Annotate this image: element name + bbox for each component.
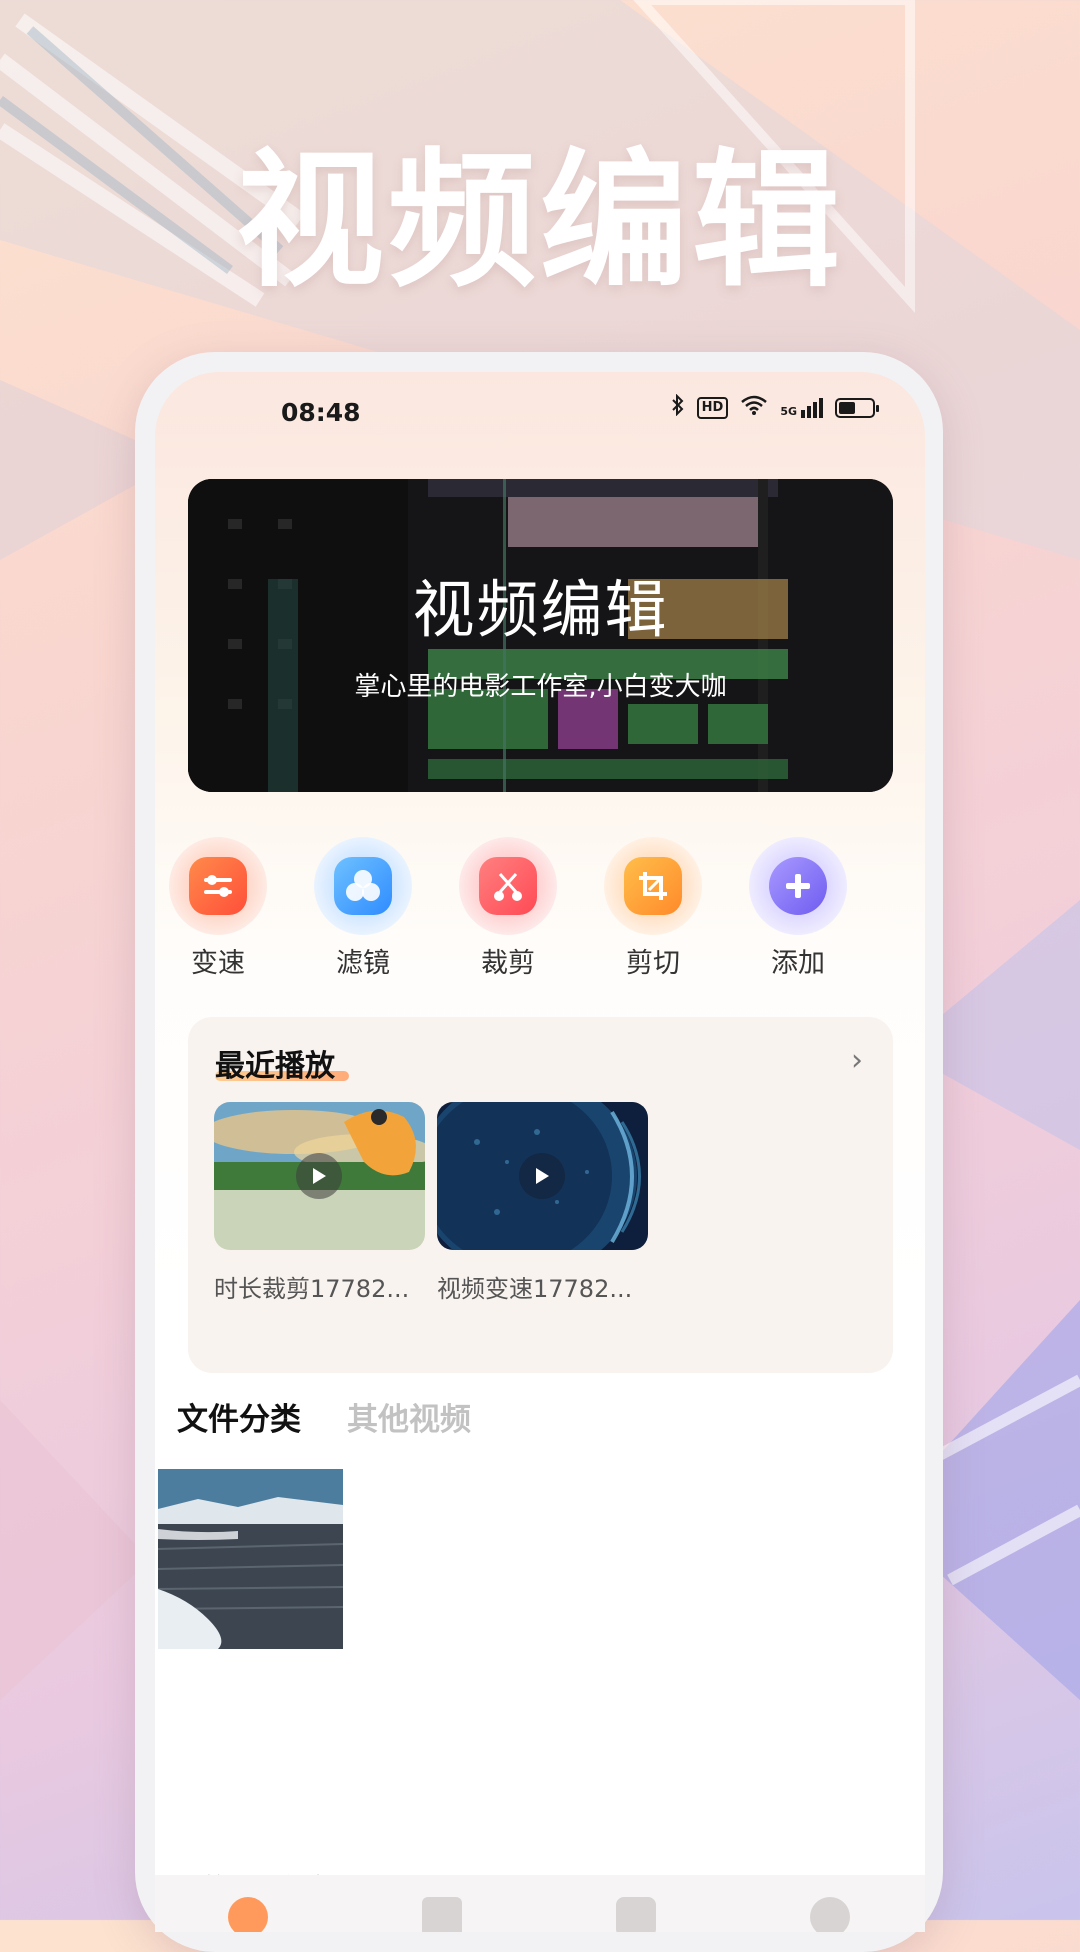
- play-icon: [519, 1153, 565, 1199]
- plus-icon: [769, 857, 827, 915]
- gallery-icon[interactable]: [616, 1897, 656, 1932]
- tool-cut[interactable]: 剪切: [593, 837, 713, 980]
- tab-other-videos[interactable]: 其他视频: [347, 1394, 471, 1439]
- tool-label: 裁剪: [481, 948, 535, 979]
- tool-trim[interactable]: 裁剪: [448, 837, 568, 980]
- video-thumbnail-coast: [158, 1469, 343, 1649]
- category-tabs: 文件分类 其他视频: [177, 1394, 471, 1439]
- banner-title: 视频编辑: [412, 573, 669, 646]
- wifi-icon: [740, 394, 768, 421]
- crop-icon: [624, 857, 682, 915]
- bottom-nav: [155, 1875, 925, 1932]
- tab-file-category[interactable]: 文件分类: [177, 1394, 301, 1439]
- bluetooth-icon: [671, 393, 685, 421]
- hd-badge: HD: [696, 396, 729, 419]
- app-screen: 08:48 HD 5G 视频编辑 掌心里的电影工作室,小白变大咖 变速 滤镜 裁…: [155, 372, 925, 1932]
- recent-title: 最近播放: [215, 1049, 335, 1084]
- recent-video-label: 时长裁剪17782...: [214, 1275, 410, 1303]
- file-thumbnail[interactable]: [158, 1469, 343, 1649]
- recent-video-label: 视频变速17782...: [437, 1275, 633, 1303]
- recent-video-thumb[interactable]: [437, 1102, 648, 1250]
- tool-label: 剪切: [626, 948, 680, 979]
- status-icons: HD 5G: [671, 393, 879, 421]
- tool-speed[interactable]: 变速: [158, 837, 278, 980]
- chevron-right-icon[interactable]: ›: [851, 1043, 863, 1078]
- tool-add[interactable]: 添加: [738, 837, 858, 980]
- tool-label: 添加: [771, 948, 825, 979]
- network-type: 5G: [780, 404, 797, 418]
- recent-video-thumb[interactable]: [214, 1102, 425, 1250]
- hero-title: 视频编辑: [236, 135, 844, 307]
- hero-banner[interactable]: 视频编辑 掌心里的电影工作室,小白变大咖: [188, 479, 893, 792]
- tool-row: 变速 滤镜 裁剪 剪切 添加: [155, 837, 925, 979]
- banner-subtitle: 掌心里的电影工作室,小白变大咖: [354, 672, 727, 702]
- status-time: 08:48: [281, 398, 361, 427]
- home-icon[interactable]: [228, 1897, 268, 1932]
- sliders-icon: [189, 857, 247, 915]
- signal-icon: 5G: [780, 397, 823, 418]
- battery-icon: [835, 397, 879, 418]
- profile-icon[interactable]: [810, 1897, 850, 1932]
- scissors-icon: [479, 857, 537, 915]
- recent-section: 最近播放 › 时长裁剪17782... 视频变速17782...: [188, 1017, 893, 1373]
- tool-filter[interactable]: 滤镜: [303, 837, 423, 980]
- tool-label: 变速: [191, 948, 245, 979]
- circles-icon: [334, 857, 392, 915]
- tool-label: 滤镜: [336, 948, 390, 979]
- play-icon: [296, 1153, 342, 1199]
- folder-icon[interactable]: [422, 1897, 462, 1932]
